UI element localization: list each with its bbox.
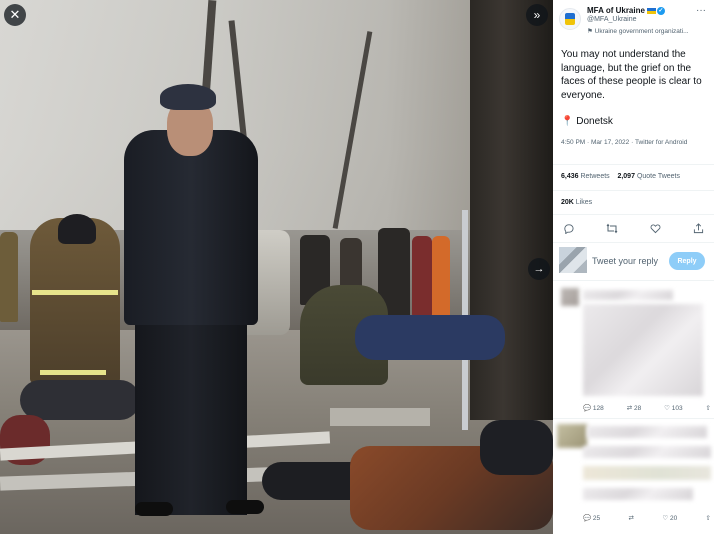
- reply-content-blurred: [583, 304, 703, 396]
- account-name[interactable]: MFA of Ukraine ✓: [587, 6, 665, 15]
- reply-reply-count[interactable]: 💬 25: [583, 514, 600, 522]
- bystander: [412, 236, 432, 316]
- government-label: ⚑ Ukraine government organizati...: [587, 28, 689, 35]
- close-icon: ✕: [9, 7, 21, 22]
- man-shoe: [226, 500, 264, 514]
- reply-content-blurred: [583, 488, 693, 500]
- reply-button[interactable]: [561, 221, 575, 235]
- reply-count-text: 25: [592, 515, 601, 522]
- close-button[interactable]: ✕: [4, 4, 26, 26]
- reflective-stripe: [40, 370, 106, 375]
- divider: [553, 418, 714, 419]
- heart-icon: [650, 223, 661, 233]
- user-avatar: [559, 247, 587, 273]
- quotes-label: Quote Tweets: [636, 173, 681, 180]
- next-image-button[interactable]: →: [528, 258, 550, 280]
- divider: [553, 164, 714, 165]
- retweets-label: Retweets: [580, 173, 610, 180]
- lying-person: [480, 420, 553, 475]
- reply-content-blurred: [583, 290, 673, 300]
- account-name-text: MFA of Ukraine: [587, 6, 645, 15]
- tweet-media-viewer: ✕ » → MFA of Ukraine ✓ @MFA_Ukraine ⚑ Ukr…: [0, 0, 714, 534]
- man-shoe: [135, 502, 173, 516]
- retweet-button[interactable]: [605, 221, 619, 235]
- share-button[interactable]: [692, 221, 706, 235]
- firefighter-helmet: [58, 214, 96, 244]
- reply-content-blurred: [587, 426, 707, 438]
- reply-count-text: 128: [592, 405, 604, 412]
- arrow-right-icon: →: [533, 263, 545, 275]
- reply-like-count[interactable]: ♡ 103: [664, 404, 683, 412]
- reply-avatar-blurred: [557, 424, 587, 448]
- reply-content-blurred: [583, 466, 711, 480]
- ukraine-flag-icon: [646, 7, 656, 14]
- account-avatar[interactable]: [559, 8, 581, 30]
- reply-stats: 💬 128 ⇄ 28 ♡ 103 ⇧: [583, 404, 711, 412]
- likes-label: Likes: [575, 199, 593, 206]
- likes-link[interactable]: 20K Likes: [561, 199, 592, 206]
- government-label-text: Ukraine government organizati...: [594, 28, 689, 35]
- like-button[interactable]: [648, 221, 662, 235]
- ukraine-emblem-icon: [565, 13, 575, 25]
- lying-person: [355, 315, 505, 360]
- divider: [553, 242, 714, 243]
- quotes-count: 2,097: [617, 173, 635, 180]
- reply-retweet-count[interactable]: ⇄ 28: [627, 404, 642, 412]
- tweet-sidebar: MFA of Ukraine ✓ @MFA_Ukraine ⚑ Ukraine g…: [553, 0, 714, 534]
- tweet-location: 📍 Donetsk: [561, 116, 613, 127]
- reply-retweet-count[interactable]: ⇄: [629, 514, 634, 522]
- reply-submit-button[interactable]: Reply: [669, 252, 705, 270]
- collapse-sidebar-button[interactable]: »: [526, 4, 548, 26]
- like-count-text: 20: [669, 515, 678, 522]
- retweets-link[interactable]: 6,436 Retweets: [561, 173, 610, 180]
- reflective-stripe: [32, 290, 118, 295]
- man-legs: [135, 315, 247, 515]
- man-coat: [124, 130, 258, 325]
- retweet-count-text: 28: [633, 405, 642, 412]
- likes-count: 20K: [561, 199, 574, 206]
- double-chevron-right-icon: »: [533, 8, 541, 22]
- retweet-stats: 6,436 Retweets 2,097 Quote Tweets: [561, 173, 680, 180]
- pin-icon: 📍: [561, 116, 574, 127]
- reply-content-blurred: [583, 446, 711, 458]
- account-handle[interactable]: @MFA_Ukraine: [587, 16, 637, 23]
- bystander: [0, 232, 18, 322]
- man-cap: [160, 84, 216, 110]
- tweet-actions: [561, 221, 706, 235]
- reply-avatar-blurred: [561, 288, 579, 306]
- tweet-photo[interactable]: ✕ » →: [0, 0, 553, 534]
- divider: [553, 190, 714, 191]
- debris: [330, 408, 430, 426]
- reply-icon: [563, 223, 574, 234]
- more-options-button[interactable]: ···: [696, 5, 706, 16]
- retweets-count: 6,436: [561, 173, 579, 180]
- like-count-text: 103: [671, 405, 683, 412]
- share-icon: [694, 222, 704, 233]
- divider: [553, 280, 714, 281]
- reply-like-count[interactable]: ♡ 20: [662, 514, 677, 522]
- tweet-text: You may not understand the language, but…: [561, 49, 702, 101]
- reply-share-button[interactable]: ⇧: [706, 514, 711, 522]
- divider: [553, 214, 714, 215]
- reply-share-button[interactable]: ⇧: [706, 404, 711, 412]
- location-text[interactable]: Donetsk: [576, 116, 613, 127]
- retweet-icon: [606, 223, 618, 233]
- tweet-timestamp[interactable]: 4:50 PM · Mar 17, 2022 · Twitter for And…: [561, 138, 709, 148]
- reply-stats: 💬 25 ⇄ ♡ 20 ⇧: [583, 514, 711, 522]
- quotes-link[interactable]: 2,097 Quote Tweets: [617, 173, 680, 180]
- reply-input[interactable]: Tweet your reply: [592, 256, 658, 266]
- bystander: [432, 236, 450, 321]
- tweet-header: MFA of Ukraine ✓ @MFA_Ukraine ⚑ Ukraine g…: [553, 0, 714, 44]
- lying-person: [20, 380, 140, 420]
- reply-reply-count[interactable]: 💬 128: [583, 404, 604, 412]
- verified-badge-icon: ✓: [656, 6, 665, 15]
